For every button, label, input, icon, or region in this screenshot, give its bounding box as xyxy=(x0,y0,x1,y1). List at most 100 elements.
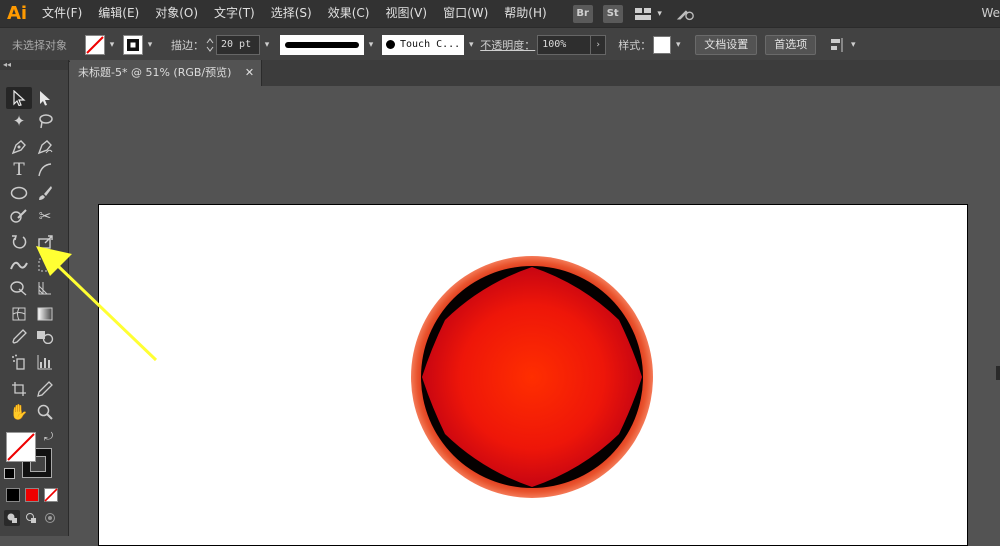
chevron-down-icon[interactable]: ▾ xyxy=(260,36,274,54)
zoom-tool-icon[interactable] xyxy=(32,401,58,423)
free-transform-tool-icon[interactable] xyxy=(32,254,58,276)
column-graph-tool-icon[interactable] xyxy=(32,351,58,373)
menu-bar: Ai 文件(F) 编辑(E) 对象(O) 文字(T) 选择(S) 效果(C) 视… xyxy=(0,0,1000,27)
selection-status: 未选择对象 xyxy=(12,38,67,52)
chevron-down-icon[interactable]: ▾ xyxy=(671,36,685,54)
type-tool-icon[interactable]: T xyxy=(6,159,32,181)
tool-row-hand: ✋ xyxy=(6,401,62,423)
brush-definition-field[interactable]: Touch C... xyxy=(382,34,465,55)
gradient-tool-icon[interactable] xyxy=(32,303,58,325)
selection-tool-icon[interactable] xyxy=(6,87,32,109)
collapse-panel-icon[interactable]: ◂◂ xyxy=(0,60,68,70)
stroke-swatch[interactable] xyxy=(123,34,143,55)
ellipse-tool-icon[interactable] xyxy=(6,182,32,204)
illustrator-logo: Ai xyxy=(6,3,28,24)
menu-edit[interactable]: 编辑(E) xyxy=(90,0,147,27)
red-sphere-artwork[interactable] xyxy=(405,250,659,504)
scrollbar-handle[interactable] xyxy=(996,366,1000,380)
shape-builder-tool-icon[interactable] xyxy=(6,277,32,299)
scale-tool-icon[interactable] xyxy=(32,231,58,253)
tool-row-mesh xyxy=(6,303,62,325)
opacity-label[interactable]: 不透明度： xyxy=(480,37,535,53)
tool-row-pen xyxy=(6,136,62,158)
tab-strip xyxy=(262,60,1000,86)
color-mode-row xyxy=(6,488,62,504)
chevron-down-icon[interactable]: ▾ xyxy=(846,36,860,54)
tool-row-eraser: ✂ xyxy=(6,205,62,227)
default-fill-stroke-icon[interactable] xyxy=(4,468,15,479)
tool-row-type: T xyxy=(6,159,62,181)
tools-panel: ◂◂ ✦ T ✂ ✋ ⤾ xyxy=(0,60,69,536)
swap-fill-stroke-icon[interactable]: ⤾ xyxy=(44,430,53,444)
scissors-tool-icon[interactable]: ✂ xyxy=(32,205,58,227)
draw-normal-icon[interactable] xyxy=(4,510,20,526)
pen-tool-icon[interactable] xyxy=(6,136,32,158)
style-label: 样式： xyxy=(618,38,652,52)
perspective-grid-tool-icon[interactable] xyxy=(32,277,58,299)
rotate-tool-icon[interactable] xyxy=(6,231,32,253)
menu-select[interactable]: 选择(S) xyxy=(263,0,320,27)
tool-row-warp xyxy=(6,254,62,276)
menu-type[interactable]: 文字(T) xyxy=(206,0,263,27)
arrange-documents-icon[interactable] xyxy=(633,5,653,23)
tool-row-rotate xyxy=(6,231,62,253)
tool-row-selection xyxy=(6,87,62,109)
preferences-button[interactable]: 首选项 xyxy=(765,34,817,55)
graphic-style-swatch[interactable] xyxy=(653,35,672,54)
tool-row-symbol xyxy=(6,351,62,373)
brush-dot-icon xyxy=(386,40,395,49)
line-segment-tool-icon[interactable] xyxy=(32,159,58,181)
magic-wand-tool-icon[interactable]: ✦ xyxy=(6,110,32,132)
tool-row-builder xyxy=(6,277,62,299)
eyedropper-tool-icon[interactable] xyxy=(6,326,32,348)
chevron-down-icon[interactable]: ▾ xyxy=(364,36,378,54)
opacity-field[interactable]: 100% xyxy=(537,34,592,55)
variable-width-profile[interactable] xyxy=(280,34,364,55)
chevron-down-icon[interactable]: ▾ xyxy=(105,36,119,54)
gradient-mode-icon[interactable] xyxy=(25,488,39,502)
chevron-down-icon[interactable]: ▾ xyxy=(143,36,157,54)
fill-stroke-widget: ⤾ xyxy=(4,430,62,482)
fill-swatch[interactable] xyxy=(85,34,105,55)
draw-inside-icon[interactable] xyxy=(42,510,58,526)
menu-file[interactable]: 文件(F) xyxy=(34,0,90,27)
stroke-stepper-icon[interactable] xyxy=(206,37,214,53)
color-mode-icon[interactable] xyxy=(6,488,20,502)
mesh-tool-icon[interactable] xyxy=(6,303,32,325)
menu-help[interactable]: 帮助(H) xyxy=(496,0,554,27)
stock-button[interactable]: St xyxy=(602,4,623,23)
stroke-label[interactable]: 描边： xyxy=(171,37,204,53)
shaper-tool-icon[interactable] xyxy=(6,205,32,227)
chevron-right-icon[interactable]: › xyxy=(591,34,607,55)
menu-view[interactable]: 视图(V) xyxy=(377,0,435,27)
blend-tool-icon[interactable] xyxy=(32,326,58,348)
direct-selection-tool-icon[interactable] xyxy=(32,87,58,109)
draw-mode-row xyxy=(4,510,64,530)
chevron-down-icon[interactable]: ▾ xyxy=(653,5,667,23)
workspace-switcher[interactable]: We xyxy=(981,0,1000,27)
menu-window[interactable]: 窗口(W) xyxy=(435,0,496,27)
hand-tool-icon[interactable]: ✋ xyxy=(6,401,32,423)
curvature-tool-icon[interactable] xyxy=(32,136,58,158)
menu-object[interactable]: 对象(O) xyxy=(147,0,206,27)
gpu-performance-icon[interactable] xyxy=(675,5,695,23)
menu-effect[interactable]: 效果(C) xyxy=(320,0,378,27)
symbol-sprayer-tool-icon[interactable] xyxy=(6,351,32,373)
none-mode-icon[interactable] xyxy=(44,488,58,502)
artboard-tool-icon[interactable] xyxy=(6,378,32,400)
width-tool-icon[interactable] xyxy=(6,254,32,276)
paintbrush-tool-icon[interactable] xyxy=(32,182,58,204)
document-setup-button[interactable]: 文档设置 xyxy=(695,34,758,55)
document-tab[interactable]: 未标题-5* @ 51% (RGB/预览) ✕ xyxy=(70,60,262,86)
stroke-weight-field[interactable]: 20 pt xyxy=(216,34,260,55)
bridge-button[interactable]: Br xyxy=(572,4,593,23)
align-options-icon[interactable] xyxy=(830,37,846,53)
chevron-down-icon[interactable]: ▾ xyxy=(464,36,478,54)
close-icon[interactable]: ✕ xyxy=(245,66,254,79)
slice-tool-icon[interactable] xyxy=(32,378,58,400)
control-bar: 未选择对象 ▾ ▾ 描边： 20 pt ▾ ▾ Touch C... ▾ 不透明… xyxy=(0,27,1000,62)
lasso-tool-icon[interactable] xyxy=(32,110,58,132)
draw-behind-icon[interactable] xyxy=(23,510,39,526)
tool-row-magic: ✦ xyxy=(6,110,62,132)
fill-color-box[interactable] xyxy=(6,432,36,462)
